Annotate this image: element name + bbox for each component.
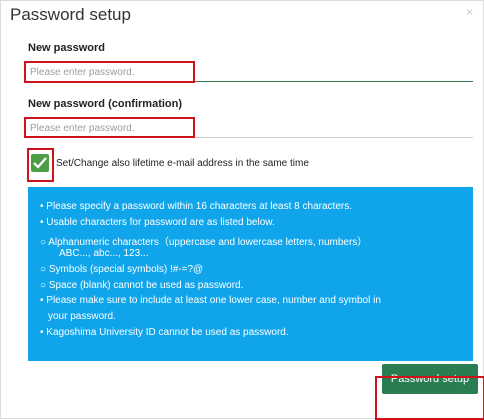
- info-line: your password.: [48, 311, 116, 322]
- new-password-label: New password: [28, 42, 106, 54]
- info-line: • Usable characters for password are as …: [40, 217, 275, 228]
- dialog-title: Password setup: [10, 5, 131, 24]
- password-rules-info-box: • Please specify a password within 16 ch…: [28, 187, 473, 361]
- submit-button-highlight: [375, 376, 484, 420]
- password-setup-dialog: Password setup × New password New passwo…: [0, 0, 484, 420]
- confirm-password-label: New password (confirmation): [28, 98, 183, 110]
- checkbox-highlight: [27, 148, 54, 182]
- close-icon[interactable]: ×: [466, 5, 473, 19]
- email-option-label: Set/Change also lifetime e-mail address …: [56, 158, 309, 169]
- new-password-highlight: [24, 61, 195, 83]
- info-line: ABC..., abc..., 123...: [59, 248, 149, 259]
- info-line: ○ Symbols (special symbols) !#-=?@: [40, 264, 204, 275]
- info-line: • Please make sure to include at least o…: [40, 295, 381, 306]
- info-line: ○ Alphanumeric characters（uppercase and …: [40, 237, 368, 248]
- info-line: • Kagoshima University ID cannot be used…: [40, 327, 289, 338]
- info-line: • Please specify a password within 16 ch…: [40, 201, 352, 212]
- info-line: ○ Space (blank) cannot be used as passwo…: [40, 280, 244, 291]
- confirm-password-highlight: [24, 117, 195, 138]
